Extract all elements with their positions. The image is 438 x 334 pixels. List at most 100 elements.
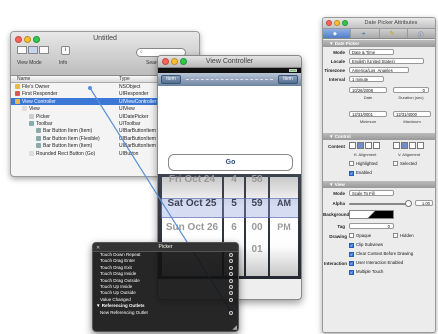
hud-event-list: Touch Down Repeat Touch Drag Enter Touch D… (93, 252, 238, 303)
v-alignment-caption: V. Alignment (397, 152, 421, 157)
slider-icon: ◆ (333, 31, 337, 37)
enabled-label: Enabled (356, 170, 372, 175)
outlet-circle-icon[interactable] (229, 284, 233, 289)
hud-event-label: Touch Drag Inside (100, 271, 137, 277)
content-label: Content (328, 144, 345, 149)
opaque-checkbox[interactable]: Opaque (349, 233, 371, 238)
align-right-icon[interactable] (365, 142, 372, 149)
view-mode-popup[interactable]: Scale To Fill (349, 190, 394, 196)
timezone-label: Timezone (324, 68, 345, 73)
selected-label: Selected (400, 161, 417, 166)
hud-event-label: Touch Down Repeat (100, 252, 141, 257)
section-label: View (334, 182, 345, 187)
align-top-icon[interactable] (393, 142, 400, 149)
tab-size[interactable]: ✎ (380, 29, 408, 38)
tag-field[interactable]: 0 (349, 223, 394, 229)
multiple-touch-checkbox[interactable]: ✓ Multiple Touch (349, 269, 383, 275)
enabled-checkbox[interactable]: ✓ Enabled (349, 170, 372, 176)
hidden-checkbox[interactable]: Hidden (393, 233, 414, 238)
hud-section-label: Referencing Outlets (101, 303, 145, 309)
hud-new-outlet-label: New Referencing Outlet (100, 309, 148, 315)
user-interaction-checkbox[interactable]: ✓ User Interaction Enabled (349, 260, 403, 266)
hud-event-label: Touch Drag Exit (100, 264, 132, 270)
mode-popup[interactable]: Date & Time (349, 49, 394, 55)
clear-context-label: Clear Context Before Drawing (356, 251, 414, 256)
user-interaction-label: User Interaction Enabled (356, 260, 404, 265)
minimum-date-field[interactable]: 12/31/0001 (349, 111, 387, 117)
alpha-label: Alpha (332, 201, 345, 206)
locale-popup[interactable]: English (United States) (349, 58, 424, 64)
inspector-titlebar: Date Picker Attributes (323, 18, 435, 29)
outlet-circle-icon[interactable] (229, 265, 233, 270)
highlighted-label: Highlighted (356, 161, 378, 166)
interaction-label: Interaction (323, 261, 347, 266)
inspector-title: Date Picker Attributes (364, 20, 418, 26)
duration-field[interactable]: 0 (393, 87, 429, 93)
align-left-icon[interactable] (349, 142, 356, 149)
connection-start-dot (88, 86, 92, 90)
hud-event-row[interactable]: Value Changed (93, 297, 238, 303)
section-header-view[interactable]: ▼ View (323, 181, 435, 188)
close-icon[interactable]: ✕ (96, 245, 100, 251)
align-center-icon[interactable] (357, 142, 364, 149)
minimize-icon[interactable] (334, 20, 340, 26)
maximum-caption: Maximum (403, 119, 421, 124)
selected-checkbox[interactable]: Selected (393, 161, 417, 166)
arrow-right-icon: ➜ (361, 31, 366, 37)
outlet-circle-icon[interactable] (229, 278, 233, 283)
outlet-circle-icon[interactable] (229, 272, 233, 277)
outlet-circle-icon[interactable] (229, 259, 233, 264)
hidden-label: Hidden (400, 233, 414, 238)
close-icon[interactable] (326, 20, 332, 26)
outlet-circle-icon[interactable] (229, 297, 233, 302)
hud-event-label: Touch Drag Outside (100, 277, 140, 283)
resize-handle-icon[interactable]: ◢ (232, 324, 237, 331)
mode-label: Mode (333, 50, 345, 55)
minimum-caption: Minimum (359, 119, 377, 124)
maximum-date-field[interactable]: 12/31/4000 (393, 111, 431, 117)
view-mode-label: Mode (333, 191, 345, 196)
section-header-control[interactable]: ▼ Control (323, 133, 435, 140)
hud-event-label: Value Changed (100, 296, 131, 302)
interval-label: Interval (328, 77, 345, 82)
hud-event-label: Touch Up Inside (100, 283, 133, 289)
date-caption: Date (363, 95, 373, 100)
multiple-touch-label: Multiple Touch (356, 269, 384, 274)
background-label: Background (323, 212, 350, 217)
clip-subviews-label: Clip Subviews (356, 242, 383, 247)
align-vfill-icon[interactable] (417, 142, 424, 149)
hud-new-referencing-outlet[interactable]: New Referencing Outlet (93, 310, 238, 316)
alpha-field[interactable]: 1.00 (415, 200, 433, 206)
alpha-slider[interactable] (349, 203, 409, 205)
section-label: Control (334, 134, 351, 139)
timezone-popup[interactable]: America/Los_Angeles (349, 67, 409, 73)
outlet-circle-icon[interactable] (229, 253, 233, 257)
background-color-well[interactable] (349, 210, 394, 219)
highlighted-checkbox[interactable]: Highlighted (349, 161, 378, 166)
inspector-tabs: ◆ ➜ ✎ ⓘ (323, 29, 435, 39)
clear-context-checkbox[interactable]: ✓ Clear Context Before Drawing (349, 251, 413, 257)
clip-subviews-checkbox[interactable]: ✓ Clip Subviews (349, 242, 383, 248)
tab-connections[interactable]: ➜ (351, 29, 380, 38)
interval-popup[interactable]: 1 minute (349, 76, 384, 82)
align-fill-icon[interactable] (373, 142, 380, 149)
date-field[interactable]: 10/26/2008 (349, 87, 387, 93)
hud-title: Picker (93, 243, 238, 252)
tab-identity[interactable]: ⓘ (408, 29, 435, 39)
align-bottom-icon[interactable] (409, 142, 416, 149)
align-middle-icon[interactable] (401, 142, 408, 149)
drawing-label: Drawing (329, 234, 347, 239)
h-alignment-caption: H. Alignment (353, 152, 377, 157)
hud-event-label: Touch Drag Enter (100, 258, 136, 264)
section-header-date-picker[interactable]: ▼ Date Picker (323, 40, 435, 47)
section-label: Date Picker (334, 41, 360, 46)
tag-label: Tag (337, 224, 345, 229)
alpha-slider-knob[interactable] (405, 200, 412, 207)
opaque-label: Opaque (356, 233, 372, 238)
outlet-circle-icon[interactable] (229, 310, 233, 315)
locale-label: Locale (330, 59, 345, 64)
hud-event-label: Touch Up Outside (100, 290, 136, 296)
tab-attributes[interactable]: ◆ (323, 29, 352, 38)
outlet-circle-icon[interactable] (229, 291, 233, 296)
duration-caption: Duration (sec) (398, 95, 424, 100)
